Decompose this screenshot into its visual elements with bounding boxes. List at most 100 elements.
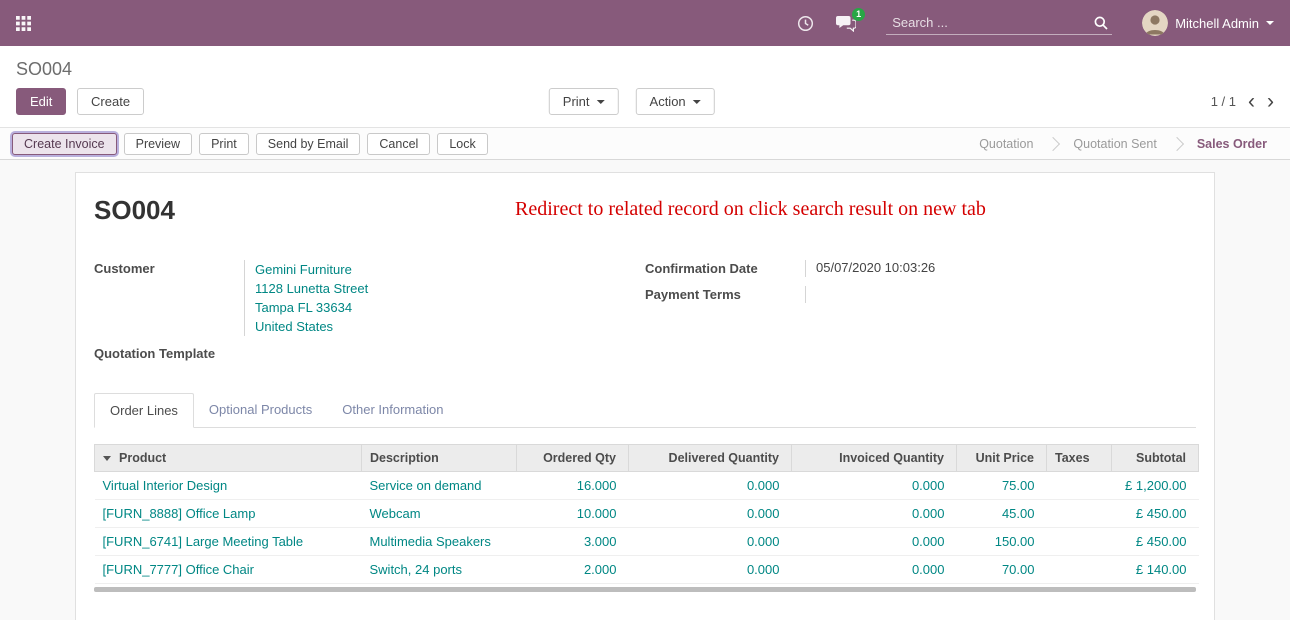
sheet-header: SO004 Redirect to related record on clic… — [94, 195, 1196, 226]
col-ordered-qty[interactable]: Ordered Qty — [517, 445, 629, 472]
confirmation-date-label: Confirmation Date — [645, 260, 805, 277]
cell-invoiced-qty: 0.000 — [792, 528, 957, 556]
col-subtotal[interactable]: Subtotal — [1112, 445, 1199, 472]
cell-product: [FURN_8888] Office Lamp — [95, 500, 362, 528]
top-navbar: 1 Mitchell Admin — [0, 0, 1290, 46]
search-input[interactable] — [890, 14, 1094, 31]
cell-ordered-qty: 2.000 — [517, 556, 629, 584]
message-count-badge: 1 — [852, 8, 865, 21]
tab-other-information[interactable]: Other Information — [327, 393, 458, 428]
form-view: SO004 Redirect to related record on clic… — [0, 160, 1290, 620]
cell-unit-price: 150.00 — [957, 528, 1047, 556]
cancel-button[interactable]: Cancel — [367, 133, 430, 155]
search-box — [886, 11, 1112, 35]
pager-previous-icon[interactable]: ‹ — [1248, 91, 1255, 112]
customer-address-line: United States — [255, 317, 605, 336]
cell-taxes — [1047, 500, 1112, 528]
notebook-tabs: Order Lines Optional Products Other Info… — [94, 392, 1196, 428]
cell-unit-price: 70.00 — [957, 556, 1047, 584]
chevron-down-icon — [693, 100, 701, 104]
create-button[interactable]: Create — [77, 88, 144, 115]
cell-product: [FURN_7777] Office Chair — [95, 556, 362, 584]
stage-quotation-sent[interactable]: Quotation Sent — [1058, 137, 1171, 151]
cell-invoiced-qty: 0.000 — [792, 556, 957, 584]
chevron-down-icon — [1266, 21, 1274, 25]
user-menu[interactable]: Mitchell Admin — [1142, 10, 1274, 36]
cell-subtotal: £ 450.00 — [1112, 528, 1199, 556]
col-delivered-qty[interactable]: Delivered Quantity — [629, 445, 792, 472]
field-groups: Customer Gemini Furniture 1128 Lunetta S… — [94, 260, 1196, 362]
customer-value: Gemini Furniture 1128 Lunetta Street Tam… — [244, 260, 605, 336]
lock-button[interactable]: Lock — [437, 133, 487, 155]
customer-address-line: 1128 Lunetta Street — [255, 279, 605, 298]
cell-ordered-qty: 3.000 — [517, 528, 629, 556]
send-by-email-button[interactable]: Send by Email — [256, 133, 361, 155]
print-menu-label: Print — [563, 94, 590, 109]
create-invoice-button[interactable]: Create Invoice — [12, 133, 117, 155]
cell-taxes — [1047, 472, 1112, 500]
edit-button[interactable]: Edit — [16, 88, 66, 115]
cell-unit-price: 45.00 — [957, 500, 1047, 528]
order-title: SO004 — [94, 195, 175, 226]
user-name: Mitchell Admin — [1175, 16, 1259, 31]
cell-taxes — [1047, 528, 1112, 556]
cell-invoiced-qty: 0.000 — [792, 500, 957, 528]
cell-invoiced-qty: 0.000 — [792, 472, 957, 500]
cell-product: [FURN_6741] Large Meeting Table — [95, 528, 362, 556]
cell-delivered-qty: 0.000 — [629, 556, 792, 584]
col-unit-price[interactable]: Unit Price — [957, 445, 1047, 472]
order-line-row[interactable]: [FURN_7777] Office Chair Switch, 24 port… — [95, 556, 1199, 584]
search-icon[interactable] — [1094, 16, 1108, 30]
breadcrumb: SO004 — [16, 59, 72, 79]
cell-product: Virtual Interior Design — [95, 472, 362, 500]
payment-terms-value — [805, 286, 1021, 303]
col-invoiced-qty[interactable]: Invoiced Quantity — [792, 445, 957, 472]
col-product-label: Product — [119, 451, 166, 465]
statusbar-buttons: Create Invoice Preview Print Send by Ema… — [12, 133, 488, 155]
sheet: SO004 Redirect to related record on clic… — [75, 172, 1215, 620]
preview-button[interactable]: Preview — [124, 133, 192, 155]
cell-description: Webcam — [362, 500, 517, 528]
customer-address-line: Tampa FL 33634 — [255, 298, 605, 317]
order-line-row[interactable]: [FURN_6741] Large Meeting Table Multimed… — [95, 528, 1199, 556]
horizontal-scrollbar[interactable] — [94, 587, 1196, 592]
tab-order-lines[interactable]: Order Lines — [94, 393, 194, 428]
tab-optional-products[interactable]: Optional Products — [194, 393, 327, 428]
statusbar: Create Invoice Preview Print Send by Ema… — [0, 127, 1290, 160]
cell-delivered-qty: 0.000 — [629, 500, 792, 528]
col-product[interactable]: Product — [95, 445, 362, 472]
action-menu-button[interactable]: Action — [636, 88, 715, 115]
customer-link[interactable]: Gemini Furniture — [255, 260, 605, 279]
cell-description: Switch, 24 ports — [362, 556, 517, 584]
pager-next-icon[interactable]: › — [1267, 91, 1274, 112]
avatar — [1142, 10, 1168, 36]
order-lines-table: Product Description Ordered Qty Delivere… — [94, 444, 1199, 584]
col-description[interactable]: Description — [362, 445, 517, 472]
cell-unit-price: 75.00 — [957, 472, 1047, 500]
control-panel: Edit Create Print Action 1 / 1 ‹ › — [0, 86, 1290, 127]
print-menu-button[interactable]: Print — [549, 88, 619, 115]
print-button[interactable]: Print — [199, 133, 249, 155]
status-pipeline: Quotation Quotation Sent Sales Order — [964, 137, 1282, 151]
pager-value[interactable]: 1 / 1 — [1211, 94, 1236, 109]
quotation-template-label: Quotation Template — [94, 345, 244, 362]
messages-icon[interactable]: 1 — [836, 15, 856, 32]
quotation-template-value — [244, 345, 605, 362]
cell-delivered-qty: 0.000 — [629, 472, 792, 500]
cell-ordered-qty: 10.000 — [517, 500, 629, 528]
cell-description: Multimedia Speakers — [362, 528, 517, 556]
annotation-text: Redirect to related record on click sear… — [175, 195, 1196, 221]
cell-ordered-qty: 16.000 — [517, 472, 629, 500]
col-taxes[interactable]: Taxes — [1047, 445, 1112, 472]
confirmation-date-value: 05/07/2020 10:03:26 — [805, 260, 1021, 277]
order-line-row[interactable]: Virtual Interior Design Service on deman… — [95, 472, 1199, 500]
order-line-row[interactable]: [FURN_8888] Office Lamp Webcam 10.000 0.… — [95, 500, 1199, 528]
cell-description: Service on demand — [362, 472, 517, 500]
stage-sales-order[interactable]: Sales Order — [1182, 137, 1282, 151]
activities-clock-icon[interactable] — [797, 15, 814, 32]
apps-menu-icon[interactable] — [16, 16, 31, 31]
stage-quotation[interactable]: Quotation — [964, 137, 1048, 151]
chevron-down-icon — [597, 100, 605, 104]
breadcrumb-row: SO004 — [0, 46, 1290, 86]
column-toggle-icon[interactable] — [103, 456, 111, 461]
